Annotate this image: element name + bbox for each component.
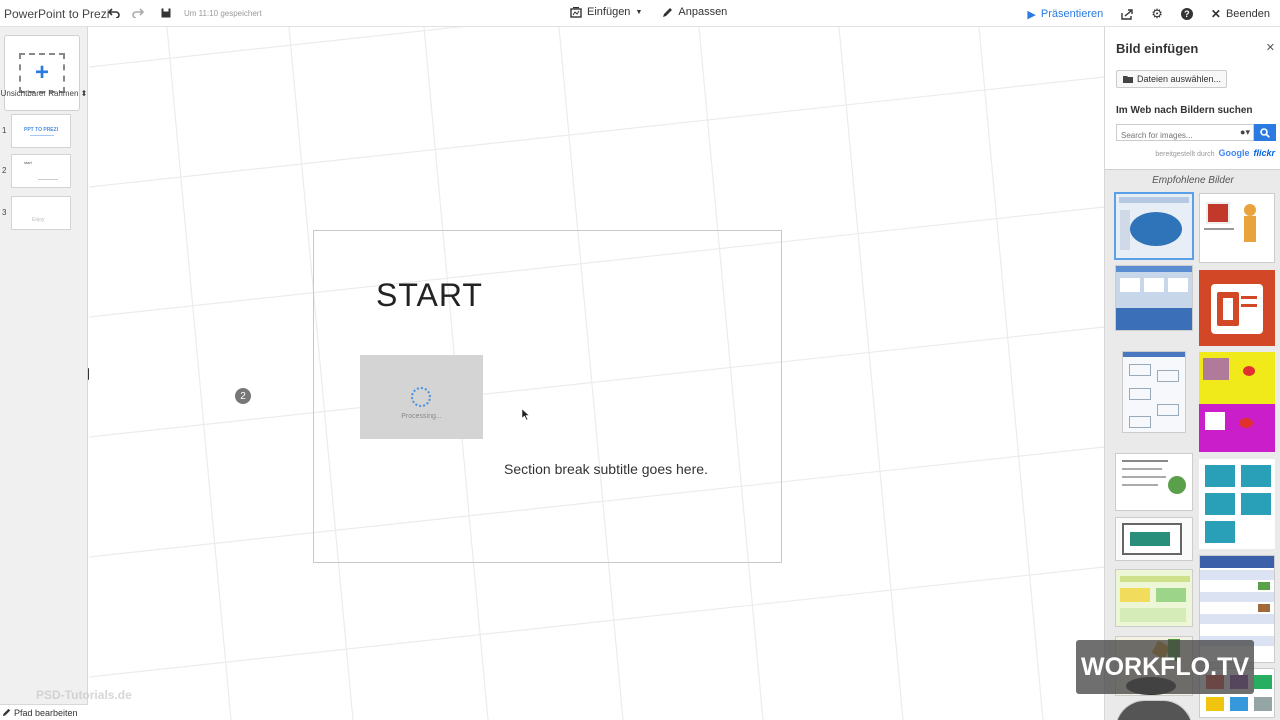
play-icon: ▶ [1027, 8, 1036, 21]
search-button[interactable] [1254, 124, 1276, 141]
recommended-image[interactable] [1199, 459, 1275, 549]
image-search-box: ●▾ [1116, 124, 1254, 143]
thumbnail-row[interactable]: 3 Enjoy [0, 196, 88, 230]
insert-image-panel: Bild einfügen ✕ Dateien auswählen... Im … [1104, 27, 1280, 720]
thumbnail-2[interactable]: start [11, 154, 71, 188]
image-search-input[interactable] [1117, 128, 1229, 143]
thumbnail-text: PPT TO PREZI [24, 127, 59, 133]
recommended-image[interactable] [1115, 569, 1193, 627]
powered-by: bereitgestellt durch Google flickr [1155, 148, 1275, 158]
recommended-image[interactable] [1199, 193, 1275, 263]
web-search-title: Im Web nach Bildern suchen [1116, 105, 1253, 116]
processing-image-placeholder[interactable]: Processing... [360, 355, 483, 439]
insert-icon [570, 6, 582, 18]
saved-status: Um 11:10 gespeichert [184, 9, 262, 18]
panel-title: Bild einfügen [1116, 41, 1199, 56]
right-tools: ▶ Präsentieren ⚙ ? ✕ Beenden [1009, 6, 1270, 22]
customize-label: Anpassen [678, 6, 728, 18]
psd-tutorials-watermark: PSD-Tutorials.de [36, 688, 132, 702]
thumbnail-text: Enjoy [32, 217, 45, 223]
recommended-images: Empfohlene Bilder [1105, 169, 1280, 720]
spinner-icon [411, 387, 431, 407]
add-frame-button[interactable]: + [4, 35, 80, 111]
mouse-cursor-icon [522, 409, 530, 420]
plus-icon: + [19, 53, 65, 93]
globe-icon[interactable]: ●▾ [1240, 127, 1250, 138]
flickr-logo: flickr [1253, 148, 1275, 158]
presentation-title[interactable]: PowerPoint to Prezi [4, 7, 109, 21]
share-button[interactable] [1121, 8, 1133, 20]
recommended-image[interactable] [1115, 453, 1193, 511]
exit-button[interactable]: ✕ Beenden [1211, 7, 1270, 21]
workflo-watermark: WORKFLO.TV [1076, 640, 1254, 694]
google-logo: Google [1218, 148, 1250, 158]
insert-label: Einfügen [587, 6, 631, 18]
center-tools: Einfügen ▼ Anpassen [570, 6, 727, 18]
frames-sidebar: + Unsichtbarer Rahmen ⬍ 1 PPT TO PREZI 2… [0, 27, 88, 720]
pencil-icon [2, 708, 11, 717]
close-icon[interactable]: ✕ [1266, 41, 1275, 54]
present-button[interactable]: ▶ Präsentieren [1027, 8, 1103, 21]
insert-menu-button[interactable]: Einfügen ▼ [570, 6, 642, 18]
recommended-image[interactable] [1115, 265, 1193, 331]
path-step-badge[interactable]: 2 [235, 388, 251, 404]
thumbnail-row[interactable]: 2 start [0, 154, 88, 188]
select-files-label: Dateien auswählen... [1137, 74, 1222, 84]
thumbnail-number: 2 [2, 166, 7, 175]
folder-icon [1123, 76, 1133, 83]
help-button[interactable]: ? [1180, 8, 1193, 20]
recommended-title: Empfohlene Bilder [1152, 175, 1234, 186]
thumbnail-number: 3 [2, 208, 7, 217]
present-label: Präsentieren [1040, 8, 1104, 20]
settings-button[interactable]: ⚙ [1151, 6, 1163, 22]
recommended-image[interactable] [1122, 351, 1186, 433]
thumbnail-text: start [24, 160, 32, 165]
recommended-image[interactable] [1115, 700, 1193, 720]
prezi-canvas[interactable]: 2 START Processing... Section break subt… [89, 27, 1104, 720]
share-icon [1121, 8, 1133, 20]
frame-type-label: Unsichtbarer Rahmen [0, 89, 79, 98]
powered-by-label: bereitgestellt durch [1155, 151, 1215, 158]
recommended-image[interactable] [1199, 352, 1275, 452]
recommended-image[interactable] [1115, 517, 1193, 561]
close-icon: ✕ [1210, 7, 1221, 21]
frame-type-select[interactable]: Unsichtbarer Rahmen ⬍ [0, 89, 88, 98]
gear-icon: ⚙ [1151, 6, 1163, 21]
customize-button[interactable]: Anpassen [662, 6, 727, 18]
edit-path-label: Pfad bearbeiten [14, 707, 78, 718]
recommended-image[interactable] [1199, 270, 1275, 346]
invisible-frame[interactable]: START Processing... Section break subtit… [313, 230, 782, 563]
search-icon [1260, 127, 1270, 138]
thumbnail-1[interactable]: PPT TO PREZI [11, 114, 71, 148]
thumbnail-number: 1 [2, 126, 7, 135]
save-icon[interactable] [159, 6, 173, 20]
exit-label: Beenden [1225, 8, 1270, 20]
updown-icon: ⬍ [80, 89, 88, 98]
thumbnail-row[interactable]: 1 PPT TO PREZI [0, 114, 88, 148]
top-toolbar: PowerPoint to Prezi Um 11:10 gespeichert… [0, 0, 1280, 27]
help-icon: ? [1180, 8, 1193, 20]
processing-label: Processing... [401, 413, 442, 420]
undo-icon[interactable] [107, 6, 121, 20]
pencil-icon [663, 7, 673, 17]
thumbnail-3[interactable]: Enjoy [11, 196, 71, 230]
select-files-button[interactable]: Dateien auswählen... [1116, 70, 1227, 88]
frame-title[interactable]: START [376, 277, 483, 314]
edit-path-button[interactable]: Pfad bearbeiten [0, 704, 88, 720]
recommended-image[interactable] [1114, 192, 1194, 260]
frame-subtitle[interactable]: Section break subtitle goes here. [504, 461, 708, 477]
redo-icon[interactable] [131, 6, 145, 20]
caret-down-icon: ▼ [635, 8, 643, 16]
